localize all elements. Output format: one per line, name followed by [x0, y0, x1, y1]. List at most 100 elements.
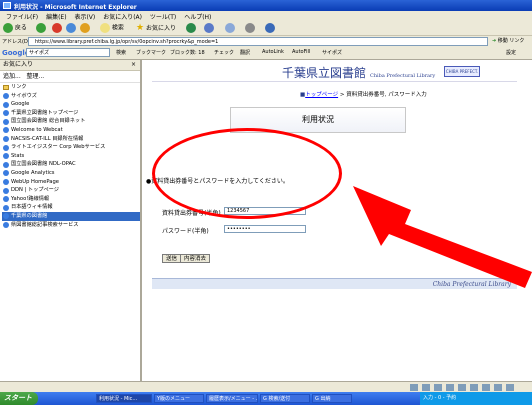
- favorite-item[interactable]: NACSIS-CAT-ILL 目録所在情報: [2, 135, 140, 144]
- google-translate-button[interactable]: 翻訳: [240, 49, 250, 56]
- clear-button[interactable]: 内容消去: [180, 254, 211, 263]
- status-icon-3: [434, 384, 442, 391]
- favorite-item[interactable]: リンク: [2, 83, 140, 92]
- home-button[interactable]: [80, 23, 90, 33]
- task-output[interactable]: G 出納: [312, 394, 352, 403]
- favorite-item[interactable]: Google Analytics: [2, 169, 140, 178]
- task-history[interactable]: 履歴表示/メニュー - ...: [206, 394, 258, 403]
- web-page-icon: [3, 93, 9, 100]
- submit-button[interactable]: 送信: [162, 254, 182, 263]
- status-icon-6: [470, 384, 478, 391]
- menu-edit[interactable]: 編集(E): [46, 12, 66, 21]
- web-page-icon: [3, 127, 9, 134]
- web-page-icon: [3, 101, 9, 108]
- favorite-item[interactable]: 日本語ウィキ情報: [2, 203, 140, 212]
- status-icon-2: [422, 384, 430, 391]
- start-button[interactable]: スタート: [0, 392, 38, 405]
- close-icon[interactable]: ×: [131, 60, 136, 70]
- google-autofill-button[interactable]: AutoFill: [292, 49, 310, 55]
- address-bar: アドレス(D) https://www.library.pref.chiba.l…: [0, 36, 532, 47]
- favorite-item[interactable]: Yahoo!路線情報: [2, 195, 140, 204]
- arrow-shape: [353, 186, 532, 288]
- mail-button[interactable]: [225, 23, 235, 33]
- favorite-label: Yahoo!路線情報: [11, 195, 50, 202]
- favorite-item[interactable]: 国立国会図書館 総合目録ネット: [2, 117, 140, 126]
- favorite-item[interactable]: WebUp HomePage: [2, 178, 140, 187]
- google-settings-button[interactable]: 設定: [506, 49, 516, 56]
- search-button[interactable]: 検索: [100, 23, 124, 33]
- menu-view[interactable]: 表示(V): [74, 12, 95, 21]
- print-icon: [245, 23, 255, 33]
- toolbar: 戻る 検索 ★ お気に入り: [0, 21, 532, 36]
- favorite-label: NACSIS-CAT-ILL 目録所在情報: [11, 135, 84, 142]
- favorite-item[interactable]: 千葉県立図書館トップページ: [2, 109, 140, 118]
- status-icon-7: [482, 384, 490, 391]
- favorite-label: Stats: [11, 152, 25, 159]
- favorite-item[interactable]: 国立国会図書館 NDL-OPAC: [2, 160, 140, 169]
- taskbar: スタート 利用状況 - Mic... Y版のメニュー 履歴表示/メニュー - .…: [0, 392, 532, 405]
- favorite-label: 国立国会図書館 総合目録ネット: [11, 118, 86, 125]
- google-toolbar: Google サイポズ 検索 ブックマーク ブロック数: 18 チェック 翻訳 …: [0, 47, 532, 60]
- favorite-item[interactable]: Google: [2, 100, 140, 109]
- ie-icon: [3, 2, 11, 9]
- menu-help[interactable]: ヘルプ(H): [184, 12, 211, 21]
- favorite-label: 千葉県立図書館トップページ: [11, 109, 79, 116]
- back-button[interactable]: 戻る: [3, 23, 27, 33]
- edit-button[interactable]: [265, 23, 275, 33]
- print-button[interactable]: [245, 23, 255, 33]
- library-header: 千葉県立図書館 Chiba Prefectural Library CHIBA P…: [152, 61, 517, 82]
- menu-tools[interactable]: ツール(T): [150, 12, 176, 21]
- mail-icon: [225, 23, 235, 33]
- forward-button[interactable]: [36, 23, 46, 33]
- window-title: 利用状況 - Microsoft Internet Explorer: [14, 4, 137, 11]
- favorite-item[interactable]: Stats: [2, 152, 140, 161]
- google-check-button[interactable]: チェック: [214, 49, 234, 56]
- google-autolink-button[interactable]: AutoLink: [262, 49, 284, 55]
- organize-favorites-button[interactable]: 整理...: [26, 73, 44, 80]
- sidebar-title: お気に入り: [3, 61, 34, 68]
- address-input[interactable]: https://www.library.pref.chiba.lg.jp/opr…: [28, 37, 488, 46]
- task-ie[interactable]: 利用状況 - Mic...: [96, 394, 152, 403]
- favorite-label: 国立国会図書館 NDL-OPAC: [11, 161, 76, 168]
- history-button[interactable]: [204, 23, 214, 33]
- favorite-item[interactable]: サイボウズ: [2, 92, 140, 101]
- media-icon: [186, 23, 196, 33]
- page-title: 利用状況: [302, 115, 334, 124]
- favorite-item[interactable]: 県図書館総記事検索サービス: [2, 221, 140, 230]
- refresh-button[interactable]: [66, 23, 76, 33]
- menu-file[interactable]: ファイル(F): [6, 12, 38, 21]
- google-search-input[interactable]: サイポズ: [26, 48, 110, 57]
- library-title: 千葉県立図書館 Chiba Prefectural Library: [282, 64, 435, 81]
- stop-button[interactable]: [52, 23, 62, 33]
- favorites-button[interactable]: ★ お気に入り: [136, 23, 176, 33]
- system-tray: 入力 - 0 - 予約: [420, 392, 532, 405]
- favorites-sidebar: お気に入り × 追加... 整理... リンク サイボウズ Google 千葉県立図書…: [0, 60, 142, 381]
- google-search-button[interactable]: 検索: [116, 49, 126, 56]
- favorite-label: 県図書館総記事検索サービス: [11, 221, 79, 228]
- home-icon: [80, 23, 90, 33]
- favorite-item[interactable]: ライトエイジスター Corp Webサービス: [2, 143, 140, 152]
- google-bookmark-button[interactable]: ブックマーク: [136, 49, 166, 56]
- favorite-item[interactable]: 千葉県の図書館: [2, 211, 140, 221]
- sidebar-tools: 追加... 整理...: [0, 71, 140, 83]
- task-menu[interactable]: Y版のメニュー: [154, 394, 204, 403]
- google-blocked-count[interactable]: ブロック数: 18: [170, 49, 205, 56]
- media-button[interactable]: [186, 23, 196, 33]
- library-name-en: Chiba Prefectural Library: [370, 73, 436, 79]
- breadcrumb-top-link[interactable]: トップページ: [305, 92, 338, 98]
- menu-favorites[interactable]: お気に入り(A): [103, 12, 142, 21]
- go-button[interactable]: ➜ 移動 リンク: [492, 37, 524, 44]
- address-label: アドレス(D): [2, 39, 30, 45]
- web-page-icon: [3, 136, 9, 143]
- links-button[interactable]: リンク: [509, 38, 524, 44]
- add-favorite-button[interactable]: 追加...: [3, 73, 21, 80]
- web-page-icon: [3, 204, 9, 211]
- task-search[interactable]: G 検索/送付: [260, 394, 310, 403]
- window-titlebar: 利用状況 - Microsoft Internet Explorer: [0, 0, 532, 11]
- favorite-item[interactable]: Welcome to Webcat: [2, 126, 140, 135]
- favorite-label: 日本語ウィキ情報: [11, 204, 53, 211]
- go-arrow-icon: ➜: [492, 38, 497, 44]
- google-cybozu-button[interactable]: サイポズ: [322, 49, 342, 56]
- password-input[interactable]: ••••••••: [224, 225, 306, 233]
- favorite-item[interactable]: DDN | トップページ: [2, 186, 140, 195]
